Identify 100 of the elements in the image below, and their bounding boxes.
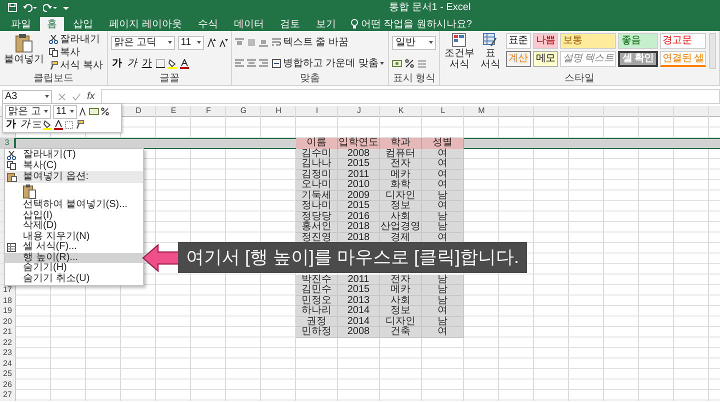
menu-item[interactable]: 복사(C)	[5, 160, 143, 171]
percent-icon[interactable]	[101, 107, 109, 116]
font-name-field[interactable]: 맑은 고딕	[110, 36, 175, 50]
column-header[interactable]: E	[156, 106, 191, 117]
fill-color-icon[interactable]	[168, 58, 177, 68]
menu-item[interactable]: 숨기기(H)	[5, 263, 143, 274]
font-style-button[interactable]: 가	[110, 57, 123, 70]
font-style-button[interactable]: 가	[140, 57, 153, 70]
menu-item[interactable]: 선택하여 붙여넣기(S)...	[5, 200, 143, 210]
shrink-font-icon[interactable]	[218, 38, 228, 47]
cell-style-option[interactable]: 설명 텍스트	[560, 51, 616, 67]
wrap-text-button[interactable]: 텍스트 줄 바꿈	[270, 36, 350, 49]
table-cell: 전자	[380, 274, 422, 285]
decimal-icon[interactable]	[417, 59, 428, 68]
row-header[interactable]: 20	[0, 316, 16, 327]
font-style-button[interactable]: 가	[19, 118, 31, 131]
checkmark-icon[interactable]	[72, 92, 81, 100]
ribbon-tab[interactable]: 검토	[272, 17, 307, 31]
row-header[interactable]: 26	[0, 380, 16, 390]
font-color-icon[interactable]	[180, 58, 189, 68]
cut-button[interactable]: 잘라내기	[48, 33, 104, 46]
menu-item[interactable]: 행 높이(R)...	[5, 252, 143, 263]
align-center-icon[interactable]	[33, 120, 41, 128]
table-cell: 정보	[380, 201, 422, 212]
font-style-button[interactable]: 가	[126, 57, 138, 70]
format-painter-button[interactable]: 서식 복사	[48, 59, 104, 72]
align-right-icon[interactable]	[258, 59, 268, 68]
percent-icon[interactable]	[405, 59, 414, 68]
row-header[interactable]: 17	[0, 285, 16, 296]
grow-font-icon[interactable]	[206, 38, 216, 47]
save-icon[interactable]	[8, 3, 17, 12]
menu-item[interactable]: 숨기기 취소(U)	[5, 274, 143, 284]
cell-style-option[interactable]: 표준	[506, 33, 531, 49]
column-header[interactable]: M	[464, 106, 499, 117]
align-center-icon[interactable]	[246, 59, 256, 68]
border-icon[interactable]	[156, 59, 165, 68]
menu-item[interactable]: 셀 서식(F)...	[5, 242, 143, 252]
cell-style-option[interactable]: 보통	[560, 33, 616, 49]
row-header[interactable]: 24	[0, 358, 16, 369]
font-size-field[interactable]: 11	[53, 104, 77, 118]
grow-font-icon[interactable]	[79, 107, 87, 116]
ribbon-tab[interactable]: 삽입	[66, 17, 100, 31]
column-header[interactable]: D	[121, 106, 156, 117]
ribbon-tab[interactable]: 파일	[4, 17, 38, 31]
column-header[interactable]: L	[422, 106, 464, 117]
cell-style-option[interactable]: 메모	[532, 51, 558, 67]
row-header[interactable]: 3	[0, 138, 16, 148]
font-style-button[interactable]: 가	[5, 118, 17, 131]
menu-item[interactable]: 삭제(D)	[5, 221, 143, 232]
ribbon-tab[interactable]: 페이지 레이아웃	[102, 17, 189, 31]
scissors-icon	[49, 35, 58, 44]
ribbon-tab[interactable]: 홈	[40, 17, 64, 31]
copy-button[interactable]: 복사	[48, 46, 104, 59]
formula-input[interactable]	[100, 89, 720, 104]
number-format-field[interactable]: 일반	[392, 36, 436, 50]
column-header[interactable]: J	[338, 106, 380, 117]
column-header[interactable]: K	[380, 106, 422, 117]
fill-color-icon[interactable]	[43, 120, 52, 130]
row-header[interactable]: 21	[0, 327, 16, 338]
row-header[interactable]: 22	[0, 338, 16, 348]
format-as-table-button[interactable]: 표 서식	[478, 33, 503, 70]
customize-caret-icon[interactable]	[63, 4, 69, 10]
align-bottom-icon[interactable]	[258, 38, 268, 47]
row-header[interactable]: 23	[0, 348, 16, 358]
paste-option-icon[interactable]	[23, 184, 36, 199]
menu-item[interactable]: 내용 지우기(N)	[5, 232, 143, 242]
paste-button[interactable]: 붙여넣기	[3, 33, 45, 65]
conditional-format-button[interactable]: 조건부 서식	[443, 33, 476, 70]
grid-icon	[7, 242, 16, 252]
cell-style-option[interactable]: 좋음	[618, 33, 658, 49]
column-header[interactable]: G	[226, 106, 261, 117]
menu-item[interactable]: 잘라내기(T)	[5, 150, 143, 160]
name-box[interactable]: A3	[2, 90, 52, 104]
row-header[interactable]: 19	[0, 306, 16, 316]
tell-me-search[interactable]: 어떤 작업을 원하시나요?	[350, 17, 472, 31]
column-header[interactable]: I	[296, 106, 338, 117]
ribbon-tab[interactable]: 수식	[190, 17, 225, 31]
currency-icon[interactable]	[89, 107, 99, 116]
cell-style-option[interactable]: 경고문	[660, 33, 706, 49]
align-top-icon[interactable]	[234, 38, 244, 47]
ribbon-tab[interactable]: 보기	[308, 17, 343, 31]
font-size-field[interactable]: 11	[178, 36, 204, 50]
ribbon-tab[interactable]: 데이터	[226, 17, 271, 31]
paintbrush-icon[interactable]	[75, 120, 84, 129]
row-header[interactable]: 25	[0, 369, 16, 380]
menu-item[interactable]: 삽입(I)	[5, 210, 143, 221]
column-header[interactable]: H	[261, 106, 296, 117]
cell-style-option[interactable]: 나쁨	[532, 33, 558, 49]
row-header[interactable]: 27	[0, 390, 16, 400]
redo-icon[interactable]	[43, 3, 57, 12]
row-header[interactable]: 18	[0, 296, 16, 306]
column-header[interactable]: F	[191, 106, 226, 117]
currency-icon[interactable]	[392, 59, 402, 68]
align-left-icon[interactable]	[234, 59, 244, 68]
merge-center-button[interactable]: 병합하고 가운데 맞춤	[270, 57, 386, 70]
font-color-icon[interactable]	[54, 120, 63, 130]
table-cell: 2015	[338, 159, 380, 170]
table-cell: 화학	[380, 180, 422, 190]
insert-function-label[interactable]: fx	[87, 90, 95, 102]
undo-icon[interactable]	[23, 3, 37, 12]
